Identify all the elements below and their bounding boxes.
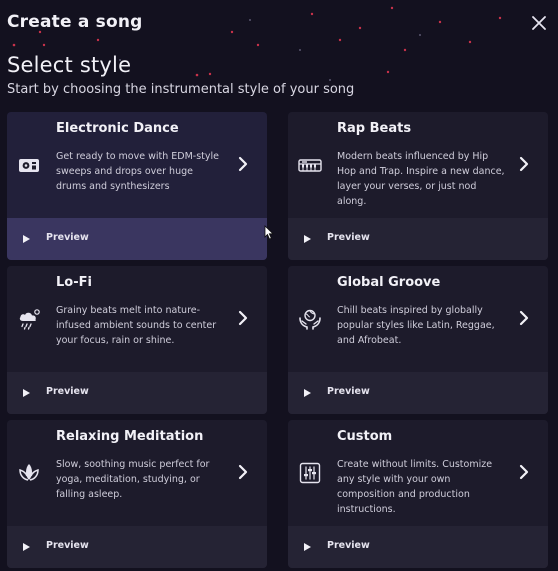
preview-label: Preview [327, 540, 370, 551]
chevron-right-icon [238, 310, 248, 326]
play-icon [23, 543, 30, 551]
style-title: Relaxing Meditation [56, 429, 204, 444]
preview-button-relaxing-meditation[interactable]: Preview [7, 526, 267, 568]
style-option-custom[interactable]: Custom Create without limits. Customize … [288, 420, 548, 526]
preview-button-electronic-dance[interactable]: Preview [7, 218, 267, 260]
chevron-right-icon [238, 464, 248, 480]
style-description: Grainy beats melt into nature-infused am… [56, 305, 217, 346]
lotus-icon [19, 464, 39, 481]
style-option-lo-fi[interactable]: Lo-Fi Grainy beats melt into nature-infu… [7, 266, 267, 372]
style-card-relaxing-meditation: Relaxing Meditation Slow, soothing music… [7, 420, 267, 568]
style-description: Get ready to move with EDM-style sweeps … [56, 151, 219, 192]
style-description: Modern beats influenced by Hip Hop and T… [337, 151, 505, 207]
style-description: Chill beats inspired by globally popular… [337, 305, 495, 346]
chevron-right-icon [238, 156, 248, 172]
keyboard-icon [298, 159, 322, 172]
play-icon [23, 389, 30, 397]
rain-cloud-icon [19, 309, 40, 330]
chevron-right-icon [519, 310, 529, 326]
preview-label: Preview [46, 386, 89, 397]
close-icon [532, 16, 546, 30]
style-card-rap-beats: Rap Beats Modern beats influenced by Hip… [288, 112, 548, 260]
mouse-pointer-icon [264, 225, 274, 240]
style-title: Rap Beats [337, 121, 412, 136]
style-option-electronic-dance[interactable]: Electronic Dance Get ready to move with … [7, 112, 267, 218]
preview-button-custom[interactable]: Preview [288, 526, 548, 568]
style-title: Global Groove [337, 275, 441, 290]
play-icon [23, 235, 30, 243]
preview-label: Preview [46, 232, 89, 243]
style-description: Create without limits. Customize any sty… [337, 459, 493, 515]
style-option-rap-beats[interactable]: Rap Beats Modern beats influenced by Hip… [288, 112, 548, 218]
modal-header: Create a song [0, 0, 558, 48]
sliders-icon [299, 462, 321, 484]
preview-button-lo-fi[interactable]: Preview [7, 372, 267, 414]
style-card-custom: Custom Create without limits. Customize … [288, 420, 548, 568]
speaker-icon [19, 159, 39, 172]
preview-button-rap-beats[interactable]: Preview [288, 218, 548, 260]
play-icon [304, 389, 311, 397]
style-card-electronic-dance: Electronic Dance Get ready to move with … [7, 112, 267, 260]
style-title: Custom [337, 429, 393, 444]
style-card-lo-fi: Lo-Fi Grainy beats melt into nature-infu… [7, 266, 267, 414]
preview-label: Preview [46, 540, 89, 551]
style-title: Electronic Dance [56, 121, 179, 136]
globe-hands-icon [299, 309, 321, 330]
preview-label: Preview [327, 386, 370, 397]
style-title: Lo-Fi [56, 275, 92, 290]
style-card-global-groove: Global Groove Chill beats inspired by gl… [288, 266, 548, 414]
style-option-global-groove[interactable]: Global Groove Chill beats inspired by gl… [288, 266, 548, 372]
section-title: Select style [7, 53, 132, 77]
chevron-right-icon [519, 464, 529, 480]
close-button[interactable] [526, 10, 552, 36]
preview-label: Preview [327, 232, 370, 243]
style-description: Slow, soothing music perfect for yoga, m… [56, 459, 210, 500]
play-icon [304, 543, 311, 551]
section-subtitle: Start by choosing the instrumental style… [7, 82, 355, 97]
preview-button-global-groove[interactable]: Preview [288, 372, 548, 414]
style-option-relaxing-meditation[interactable]: Relaxing Meditation Slow, soothing music… [7, 420, 267, 526]
chevron-right-icon [519, 156, 529, 172]
play-icon [304, 235, 311, 243]
modal-title: Create a song [7, 12, 143, 32]
